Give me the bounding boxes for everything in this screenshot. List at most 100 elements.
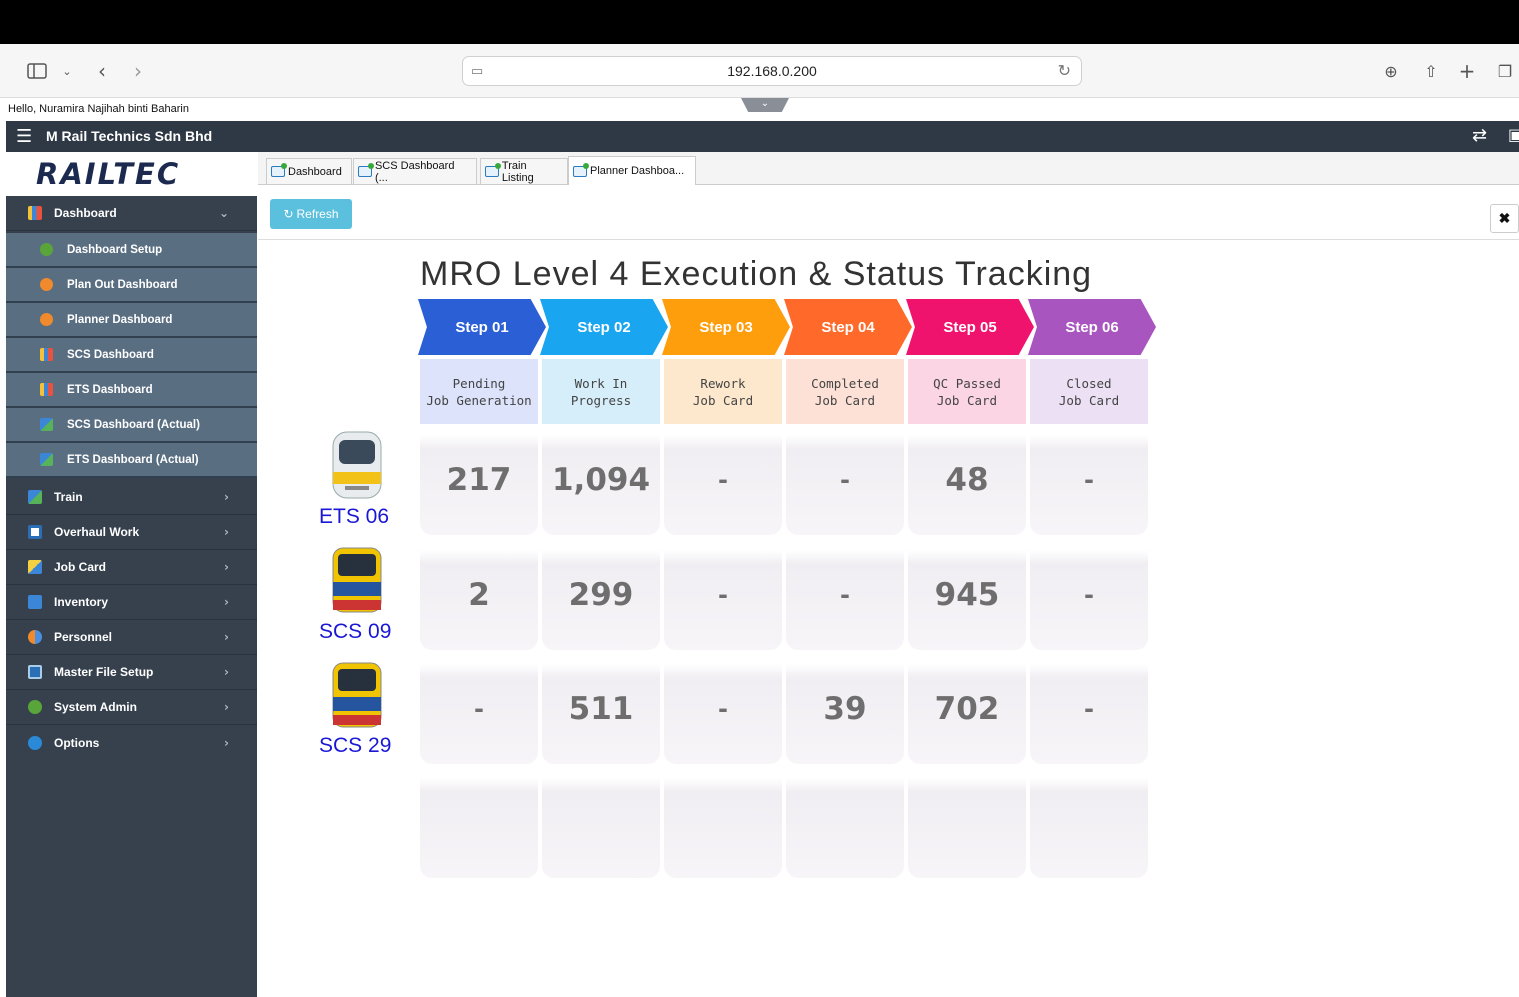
- step-header-4: Step 04: [784, 299, 912, 355]
- close-button[interactable]: ✖: [1490, 204, 1519, 233]
- train-icon: [40, 453, 53, 466]
- sidebar-item-personnel[interactable]: Personnel ›: [6, 620, 257, 655]
- refresh-button[interactable]: ↻ Refresh: [270, 199, 352, 229]
- gear-icon: [28, 700, 42, 714]
- sidebar-item-job-card[interactable]: Job Card ›: [6, 550, 257, 585]
- tab-label: Dashboard: [288, 165, 342, 178]
- window-top-bar: [0, 0, 1519, 44]
- info-icon: [28, 735, 42, 750]
- tab-label: Train Listing: [501, 159, 534, 184]
- train-label: ETS 06: [319, 505, 390, 528]
- share-icon[interactable]: ⇧: [1421, 58, 1441, 84]
- status-count-cell[interactable]: -: [1030, 540, 1148, 650]
- back-icon[interactable]: ‹: [94, 58, 110, 84]
- tab-label: SCS Dashboard (...: [374, 159, 455, 184]
- step-status-6: Closed Job Card: [1030, 359, 1148, 424]
- sidebar-item-label: Master File Setup: [54, 665, 154, 679]
- chevron-down-icon[interactable]: ⌄: [60, 58, 74, 84]
- step-header-3: Step 03: [662, 299, 790, 355]
- status-count-cell[interactable]: 2: [420, 540, 538, 650]
- status-count-cell[interactable]: 299: [542, 540, 660, 650]
- sidebar-subitem-planner-dashboard[interactable]: Planner Dashboard: [6, 303, 257, 338]
- sidebar-subitem-label: ETS Dashboard (Actual): [67, 453, 199, 466]
- status-count-cell[interactable]: 48: [908, 425, 1026, 535]
- sidebar-subitem-label: Planner Dashboard: [67, 313, 173, 326]
- page-icon: [271, 163, 287, 177]
- status-count-cell[interactable]: 702: [908, 654, 1026, 764]
- sidebar-item-system-admin[interactable]: System Admin ›: [6, 690, 257, 725]
- sidebar-item-options[interactable]: Options ›: [6, 725, 257, 760]
- document-edit-icon: [28, 560, 42, 574]
- box-icon: [28, 595, 42, 609]
- chevron-right-icon: ›: [224, 490, 229, 504]
- step-status-1: Pending Job Generation: [420, 359, 538, 424]
- empty-cell: [908, 768, 1026, 878]
- sidebar-subitem-ets-dashboard-actual[interactable]: ETS Dashboard (Actual): [6, 443, 257, 478]
- step-status-5: QC Passed Job Card: [908, 359, 1026, 424]
- train-label: SCS 09: [319, 620, 392, 643]
- sidebar-item-overhaul-work[interactable]: Overhaul Work ›: [6, 515, 257, 550]
- swap-icon[interactable]: ⇄: [1472, 125, 1487, 146]
- status-count-cell[interactable]: -: [420, 654, 538, 764]
- chevron-down-icon: ⌄: [218, 206, 229, 220]
- status-count-cell[interactable]: 945: [908, 540, 1026, 650]
- hamburger-menu-icon[interactable]: ☰: [16, 126, 32, 147]
- sidebar-item-label: Options: [54, 735, 100, 750]
- status-count-cell[interactable]: 511: [542, 654, 660, 764]
- step-status-2: Work In Progress: [542, 359, 660, 424]
- status-count-cell[interactable]: 39: [786, 654, 904, 764]
- sidebar-toggle-icon[interactable]: [26, 58, 48, 84]
- address-bar[interactable]: ▭ 192.168.0.200 ↻: [462, 56, 1082, 86]
- ets-train-icon: [332, 431, 382, 499]
- status-count-cell[interactable]: -: [786, 425, 904, 535]
- fullscreen-icon[interactable]: ▣: [1508, 125, 1519, 144]
- status-count-cell[interactable]: -: [1030, 654, 1148, 764]
- sidebar-item-master-file-setup[interactable]: Master File Setup ›: [6, 655, 257, 690]
- sidebar: RAILTEC Dashboard ⌄ Dashboard Setup Plan…: [6, 152, 257, 997]
- status-count-cell[interactable]: 1,094: [542, 425, 660, 535]
- sidebar-item-dashboard[interactable]: Dashboard ⌄: [6, 196, 257, 231]
- chevron-right-icon: ›: [224, 700, 229, 714]
- sidebar-item-inventory[interactable]: Inventory ›: [6, 585, 257, 620]
- status-count-cell[interactable]: -: [786, 540, 904, 650]
- download-icon[interactable]: ⊕: [1381, 58, 1401, 84]
- sidebar-item-train[interactable]: Train ›: [6, 480, 257, 515]
- sidebar-item-label: Job Card: [54, 560, 107, 574]
- tab-overview-icon[interactable]: ❐: [1495, 58, 1515, 84]
- app-header: ☰ M Rail Technics Sdn Bhd ⇄ ▣: [6, 121, 1519, 152]
- tab-scs-dashboard[interactable]: SCS Dashboard (...: [353, 158, 477, 184]
- new-tab-icon[interactable]: +: [1457, 58, 1477, 84]
- sidebar-subitem-ets-dashboard[interactable]: ETS Dashboard: [6, 373, 257, 408]
- chevron-right-icon: ›: [224, 560, 229, 574]
- url-text: 192.168.0.200: [727, 63, 817, 79]
- sidebar-subitem-dashboard-setup[interactable]: Dashboard Setup: [6, 233, 257, 268]
- sidebar-item-label: Inventory: [54, 595, 109, 609]
- scs-train-icon: [332, 547, 382, 613]
- status-count-cell[interactable]: 217: [420, 425, 538, 535]
- page-icon: [485, 163, 501, 177]
- tab-train-listing[interactable]: Train Listing: [480, 158, 568, 184]
- sidebar-subitem-scs-dashboard-actual[interactable]: SCS Dashboard (Actual): [6, 408, 257, 443]
- people-icon: [28, 630, 42, 644]
- chart-icon: [40, 383, 53, 396]
- status-count-cell[interactable]: -: [664, 540, 782, 650]
- sidebar-subitem-label: SCS Dashboard (Actual): [67, 418, 200, 431]
- sidebar-subitem-label: SCS Dashboard: [67, 348, 154, 361]
- sidebar-subitem-scs-dashboard[interactable]: SCS Dashboard: [6, 338, 257, 373]
- status-count-cell[interactable]: -: [664, 654, 782, 764]
- sidebar-item-label: Personnel: [54, 630, 113, 644]
- pie-chart-icon: [40, 278, 53, 291]
- pull-down-icon[interactable]: ⌄: [741, 98, 789, 112]
- sidebar-subitem-plan-out-dashboard[interactable]: Plan Out Dashboard: [6, 268, 257, 303]
- sidebar-subitem-label: ETS Dashboard: [67, 383, 153, 396]
- sidebar-item-label: Overhaul Work: [54, 525, 140, 539]
- status-count-cell[interactable]: -: [664, 425, 782, 535]
- tab-dashboard[interactable]: Dashboard: [266, 158, 352, 184]
- status-count-cell[interactable]: -: [1030, 425, 1148, 535]
- content-toolbar: ↻ Refresh ✖: [258, 193, 1519, 240]
- railtec-logo: RAILTEC: [6, 152, 257, 196]
- step-header-6: Step 06: [1028, 299, 1156, 355]
- forward-icon[interactable]: ›: [130, 58, 146, 84]
- tab-planner-dashboard[interactable]: Planner Dashboa...: [568, 156, 696, 185]
- reload-icon[interactable]: ↻: [1058, 61, 1071, 80]
